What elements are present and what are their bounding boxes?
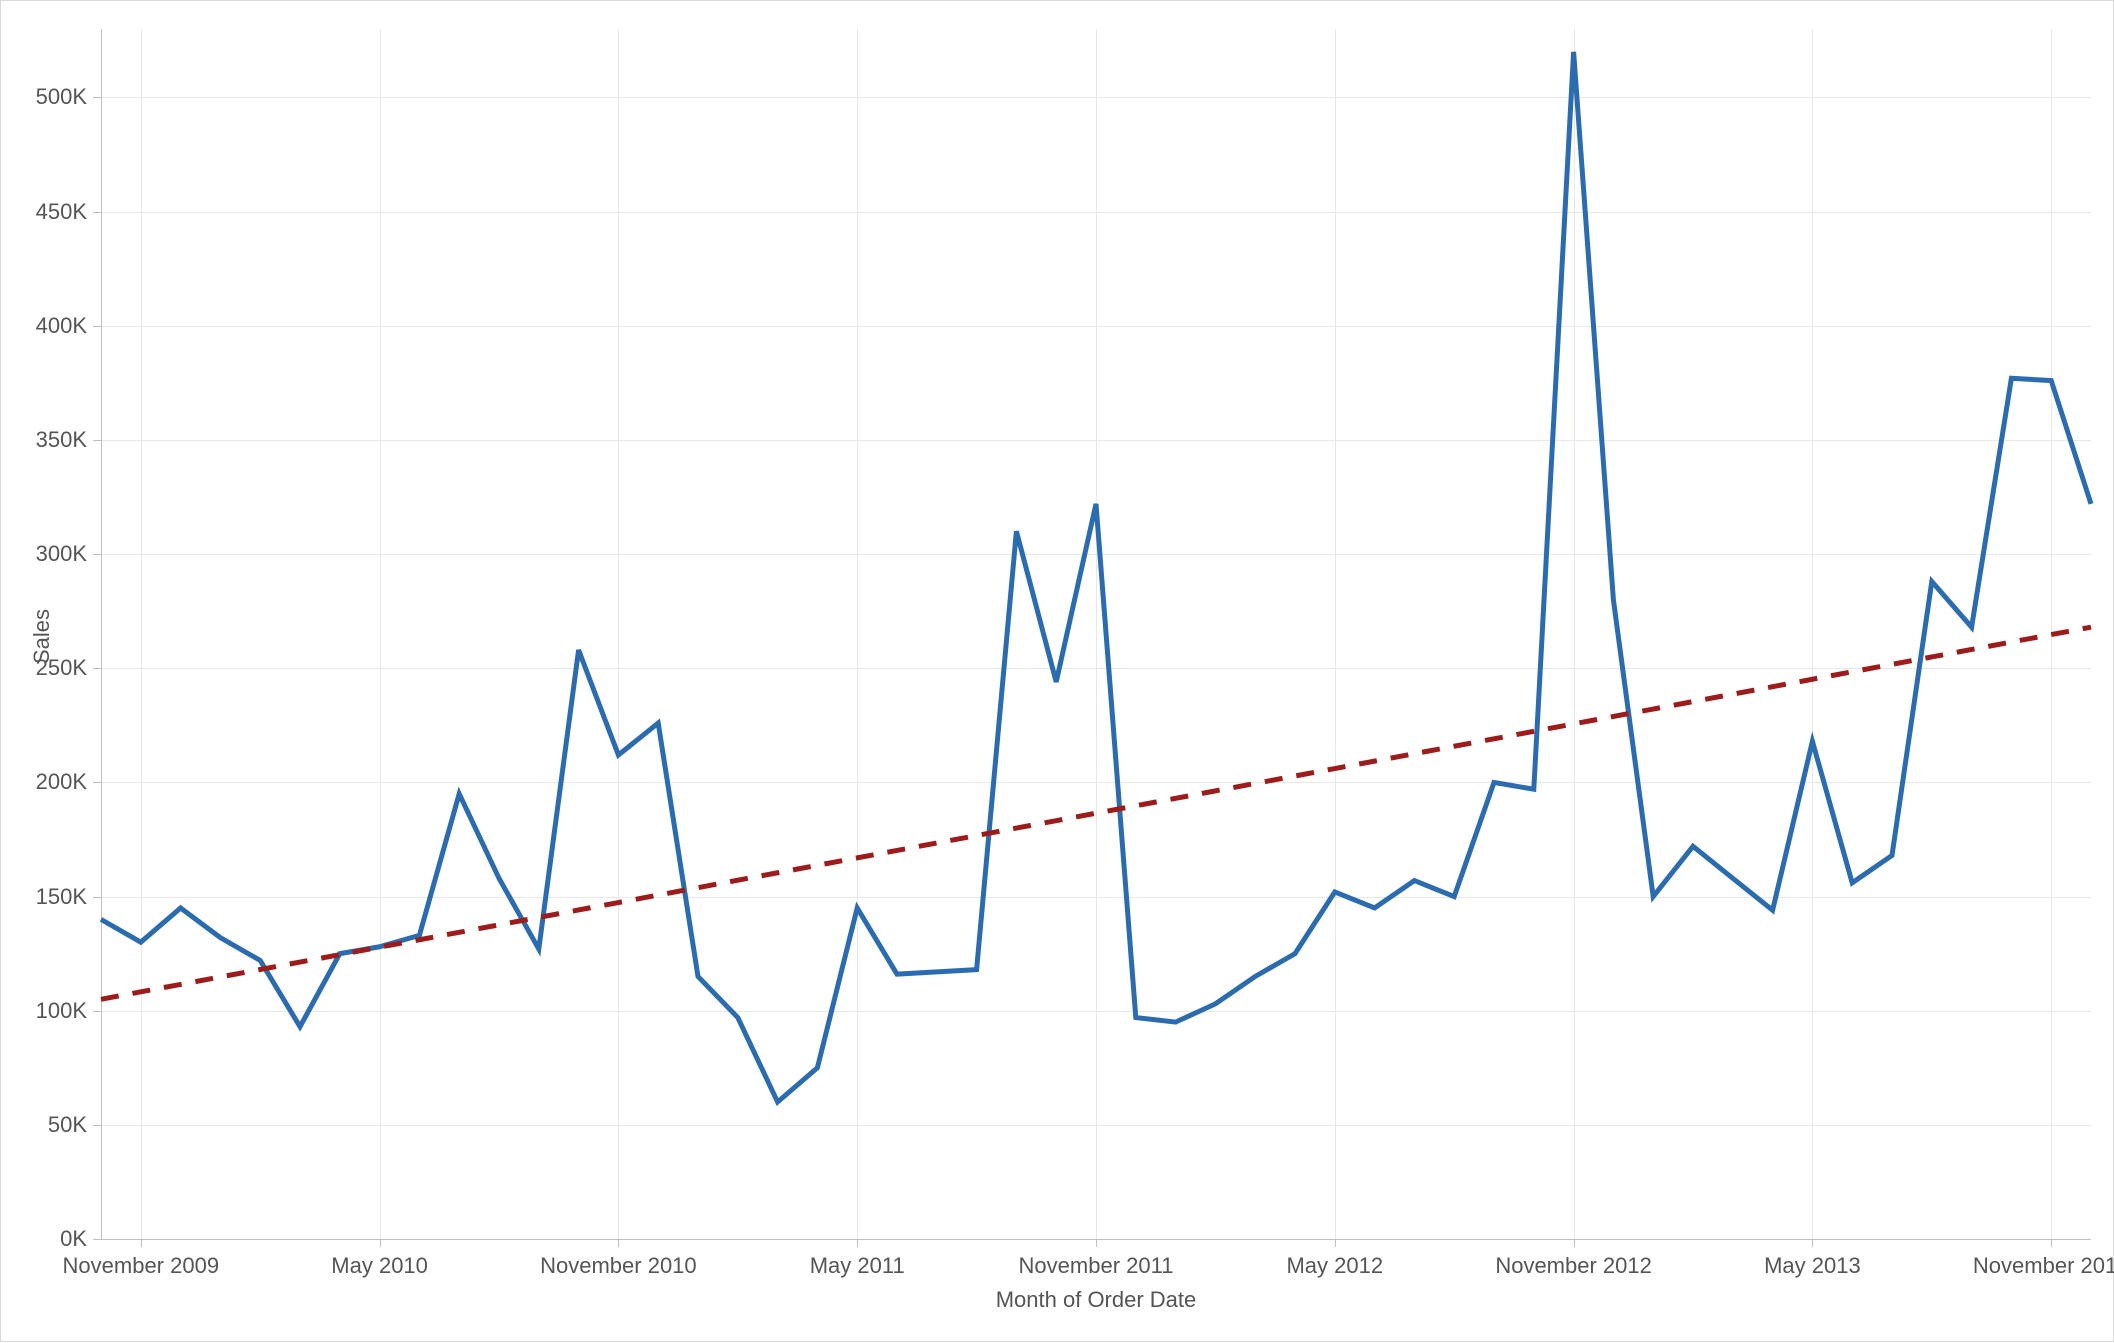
sales-line-chart: Sales Month of Order Date 0K50K100K150K2…	[0, 0, 2114, 1342]
series-trend-line	[101, 627, 2091, 999]
series-layer	[1, 1, 2114, 1343]
